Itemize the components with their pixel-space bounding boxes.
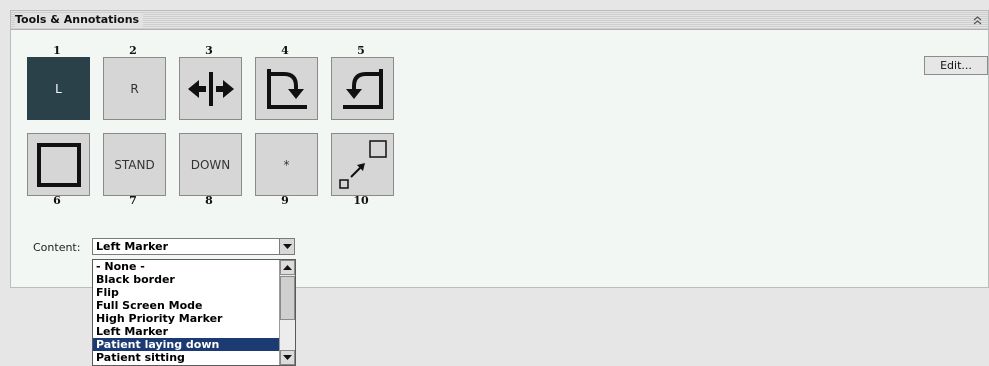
tool-number: 7 xyxy=(129,194,137,207)
tool-black-border[interactable] xyxy=(27,133,90,196)
flip-horizontal-icon xyxy=(187,71,234,106)
tool-priority-marker[interactable]: * xyxy=(255,133,318,196)
rotate-clockwise-icon xyxy=(266,68,307,109)
content-selected-value: Left Marker xyxy=(96,240,169,253)
tool-number: 10 xyxy=(353,194,369,207)
dropdown-option-highlighted[interactable]: Patient laying down xyxy=(93,338,295,351)
tool-number: 4 xyxy=(281,44,289,57)
scroll-up-icon[interactable] xyxy=(280,260,295,275)
content-select[interactable]: Left Marker xyxy=(92,238,295,255)
tool-number: 5 xyxy=(357,44,365,57)
tool-right-marker[interactable]: R xyxy=(103,57,166,120)
tool-number: 1 xyxy=(53,44,61,57)
content-dropdown-list: - None - Black border Flip Full Screen M… xyxy=(92,259,296,366)
dropdown-option[interactable]: Full Screen Mode xyxy=(93,299,295,312)
tool-label: STAND xyxy=(114,157,155,172)
scrollbar-thumb[interactable] xyxy=(280,276,295,320)
edit-button[interactable]: Edit... xyxy=(924,56,988,75)
tool-number: 2 xyxy=(129,44,137,57)
tool-full-screen[interactable] xyxy=(331,133,394,196)
full-screen-icon xyxy=(338,139,387,189)
tool-number: 6 xyxy=(53,194,61,207)
tool-number: 9 xyxy=(281,194,289,207)
tool-number: 8 xyxy=(205,194,213,207)
tool-label: * xyxy=(283,157,290,172)
tool-stand-marker[interactable]: STAND xyxy=(103,133,166,196)
dropdown-option[interactable]: Patient sitting xyxy=(93,351,295,364)
content-label: Content: xyxy=(33,241,81,254)
dropdown-arrow-icon[interactable] xyxy=(279,239,294,254)
panel-header[interactable]: Tools & Annotations xyxy=(11,11,988,30)
dropdown-option[interactable]: Flip xyxy=(93,286,295,299)
tool-rotate-counterclockwise[interactable] xyxy=(331,57,394,120)
tool-label: L xyxy=(55,81,62,96)
dropdown-option[interactable]: Black border xyxy=(93,273,295,286)
tool-label: DOWN xyxy=(190,157,231,172)
dropdown-option[interactable]: - None - xyxy=(93,260,295,273)
page-root: Tools & Annotations 1 2 3 4 5 L R STAND … xyxy=(0,0,989,366)
dropdown-option[interactable]: High Priority Marker xyxy=(93,312,295,325)
black-border-icon xyxy=(36,142,81,187)
tool-label: R xyxy=(130,81,139,96)
tool-number: 3 xyxy=(205,44,213,57)
panel-title: Tools & Annotations xyxy=(15,13,144,27)
tool-down-marker[interactable]: DOWN xyxy=(179,133,242,196)
tool-flip[interactable] xyxy=(179,57,242,120)
tool-rotate-clockwise[interactable] xyxy=(255,57,318,120)
rotate-counterclockwise-icon xyxy=(342,68,383,109)
tool-left-marker[interactable]: L xyxy=(27,57,90,120)
scroll-down-icon[interactable] xyxy=(280,350,295,365)
dropdown-scrollbar[interactable] xyxy=(279,260,295,365)
double-chevron-up-icon[interactable] xyxy=(973,15,982,25)
dropdown-option[interactable]: Left Marker xyxy=(93,325,295,338)
